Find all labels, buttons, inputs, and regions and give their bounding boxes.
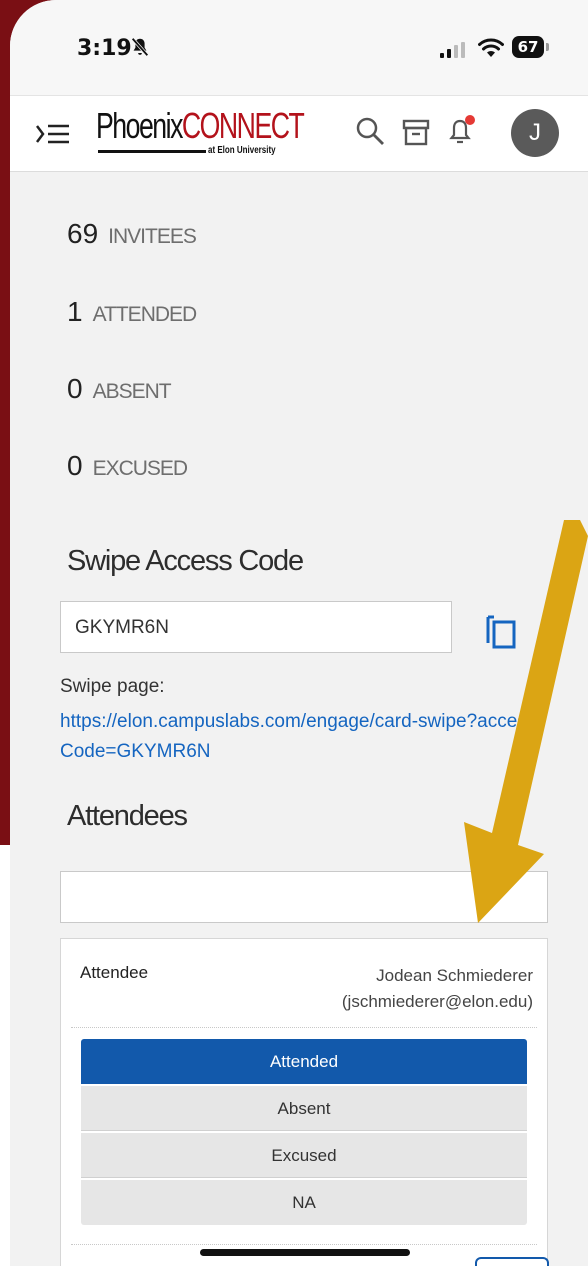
- stat-label: ATTENDED: [92, 303, 198, 326]
- stat-excused: 0 EXCUSED: [67, 450, 189, 482]
- stat-value: 69: [67, 218, 99, 249]
- menu-toggle-icon[interactable]: [36, 122, 70, 146]
- card-divider: [71, 1244, 537, 1245]
- swipe-access-title: Swipe Access Code: [67, 545, 304, 577]
- battery-icon: 67: [512, 36, 552, 60]
- attendee-name-block: Jodean Schmiederer (jschmiederer@elon.ed…: [342, 963, 533, 1015]
- search-icon[interactable]: [355, 116, 385, 146]
- stat-value: 1: [67, 296, 83, 327]
- stat-label: INVITEES: [108, 225, 197, 248]
- cellular-signal-icon: [440, 42, 465, 58]
- swipe-page-label: Swipe page:: [60, 676, 165, 697]
- logo-underline: [98, 150, 206, 153]
- logo-wordmark: PhoenixCONNECT: [96, 105, 305, 146]
- wifi-icon: [478, 38, 504, 57]
- silent-bell-icon: [131, 37, 149, 57]
- home-indicator[interactable]: [200, 1249, 410, 1256]
- swipe-access-code-field[interactable]: GKYMR6N: [60, 601, 452, 653]
- status-bar: 3:19 67: [10, 0, 588, 95]
- stat-label: ABSENT: [92, 380, 172, 403]
- user-avatar[interactable]: J: [511, 109, 559, 157]
- status-time: 3:19: [77, 36, 132, 61]
- battery-tip: [546, 43, 549, 51]
- attendees-title: Attendees: [67, 800, 188, 832]
- stat-value: 0: [67, 373, 83, 404]
- attendee-card: Attendee Jodean Schmiederer (jschmiedere…: [60, 938, 549, 1266]
- app-header: PhoenixCONNECT at Elon University J: [10, 95, 588, 172]
- stat-label: EXCUSED: [92, 457, 189, 480]
- status-attended-button[interactable]: Attended: [81, 1039, 527, 1084]
- attendee-name: Jodean Schmiederer: [376, 966, 533, 985]
- stat-absent: 0 ABSENT: [67, 373, 172, 405]
- status-absent-button[interactable]: Absent: [81, 1086, 527, 1131]
- stat-value: 0: [67, 450, 83, 481]
- attendee-label: Attendee: [80, 963, 149, 982]
- card-divider: [71, 1027, 537, 1028]
- phoenixconnect-logo[interactable]: PhoenixCONNECT at Elon University: [96, 106, 305, 162]
- annotation-arrow: [464, 520, 588, 923]
- status-na-button[interactable]: NA: [81, 1180, 527, 1225]
- status-excused-button[interactable]: Excused: [81, 1133, 527, 1178]
- notification-bell-icon[interactable]: [447, 114, 477, 146]
- partial-button[interactable]: [475, 1257, 549, 1266]
- battery-level: 67: [512, 36, 544, 58]
- attendee-email: (jschmiederer@elon.edu): [341, 992, 533, 1011]
- stat-invitees: 69 INVITEES: [67, 218, 197, 250]
- stat-attended: 1 ATTENDED: [67, 296, 198, 328]
- logo-subtitle: at Elon University: [208, 145, 276, 156]
- archive-icon[interactable]: [402, 118, 430, 146]
